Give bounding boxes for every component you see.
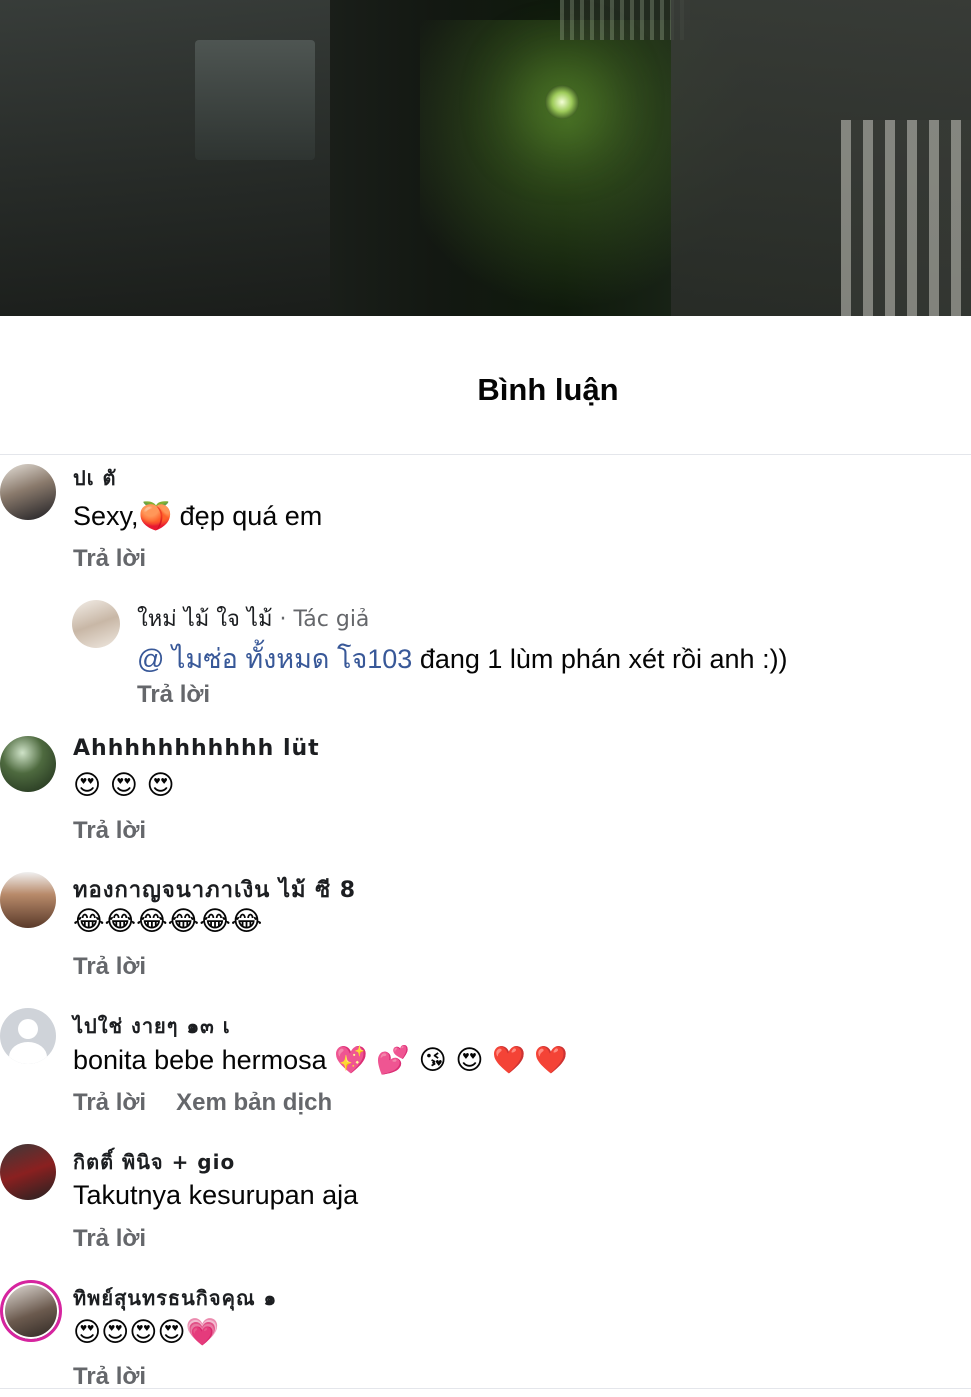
comment-author[interactable]: ทิพย์สุนทรธนกิจคุณ ๑ [73, 1282, 277, 1314]
peach-emoji: 🍑 [138, 501, 173, 532]
video-scene-fence [841, 120, 971, 316]
comment-author[interactable]: ปเ ตั [73, 462, 116, 494]
avatar[interactable] [0, 872, 56, 928]
comment-actions: Trả lời Xem bản dịch [73, 1089, 332, 1117]
comment-actions: Trả lời [73, 817, 146, 845]
comment-actions: Trả lời [73, 1363, 146, 1391]
comments-title: Bình luận [477, 372, 619, 407]
translate-button[interactable]: Xem bản dịch [176, 1089, 332, 1116]
comment-author[interactable]: ทองกาญจนาภาเงิน ไม้ ซี 8 [73, 872, 356, 907]
mention-link[interactable]: @ ไมซ่อ ทั้งหมด โจ103 [137, 644, 412, 674]
video-player[interactable] [0, 0, 971, 316]
reply-button[interactable]: Trả lời [137, 681, 210, 708]
avatar-story-ring[interactable] [0, 1280, 62, 1342]
default-avatar-body [9, 1042, 47, 1064]
avatar[interactable] [0, 464, 56, 520]
video-scene-lamp [545, 85, 579, 119]
comment-text: Takutnya kesurupan aja [73, 1180, 359, 1210]
comment-actions: Trả lời [137, 681, 210, 709]
comments-sheet-header: Bình luận [0, 316, 971, 455]
comment-text: Sexy,🍑 đẹp quá em [73, 500, 322, 532]
default-avatar-head [18, 1019, 38, 1039]
comment-actions: Trả lời [73, 1225, 146, 1253]
comment-text: bonita bebe hermosa 💖 💕 😘 😍 ❤️ ❤️ [73, 1044, 568, 1076]
comment-author[interactable]: ไปใช่ งายๆ ๑๓ เ [73, 1010, 231, 1042]
reply-button[interactable]: Trả lời [73, 817, 146, 844]
reply-button[interactable]: Trả lời [73, 953, 146, 980]
comment-emoji: 😂😂😂😂😂😂 [73, 906, 263, 937]
reply-button[interactable]: Trả lời [73, 1089, 146, 1116]
divider [0, 1388, 971, 1389]
avatar[interactable] [72, 600, 120, 648]
reply-text: @ ไมซ่อ ทั้งหมด โจ103 đang 1 lùm phán xé… [137, 637, 788, 680]
reply-button[interactable]: Trả lời [73, 1363, 146, 1390]
reply-author[interactable]: ใหม่ ไม้ ใจ ไม้ [137, 607, 273, 632]
comment-emoji: 😍 😍 😍 [73, 770, 175, 801]
comment-text-before: Sexy, [73, 501, 139, 531]
comment-author[interactable]: กิตติ์ พินิจ + gio [73, 1146, 235, 1178]
reply-button[interactable]: Trả lời [73, 545, 146, 572]
reply-body: đang 1 lùm phán xét rồi anh :)) [412, 644, 788, 674]
avatar[interactable] [0, 1144, 56, 1200]
reply-button[interactable]: Trả lời [73, 1225, 146, 1252]
comment-body: bonita bebe hermosa [73, 1045, 335, 1075]
author-badge: · Tác giả [279, 607, 370, 632]
comment-actions: Trả lời [73, 545, 146, 573]
comment-emoji: 😍😍😍😍💗 [73, 1317, 220, 1348]
comment-actions: Trả lời [73, 953, 146, 981]
avatar[interactable] [0, 736, 56, 792]
comment-text-after: đẹp quá em [172, 501, 323, 531]
reply-author-line: ใหม่ ไม้ ใจ ไม้ · Tác giả [137, 601, 369, 636]
comment-emoji: 💖 💕 😘 😍 ❤️ ❤️ [334, 1045, 568, 1076]
avatar[interactable] [0, 1008, 56, 1064]
comment-author[interactable]: Ahhhhhhhhhhh lüt [73, 736, 320, 761]
video-scene-box [195, 40, 315, 160]
